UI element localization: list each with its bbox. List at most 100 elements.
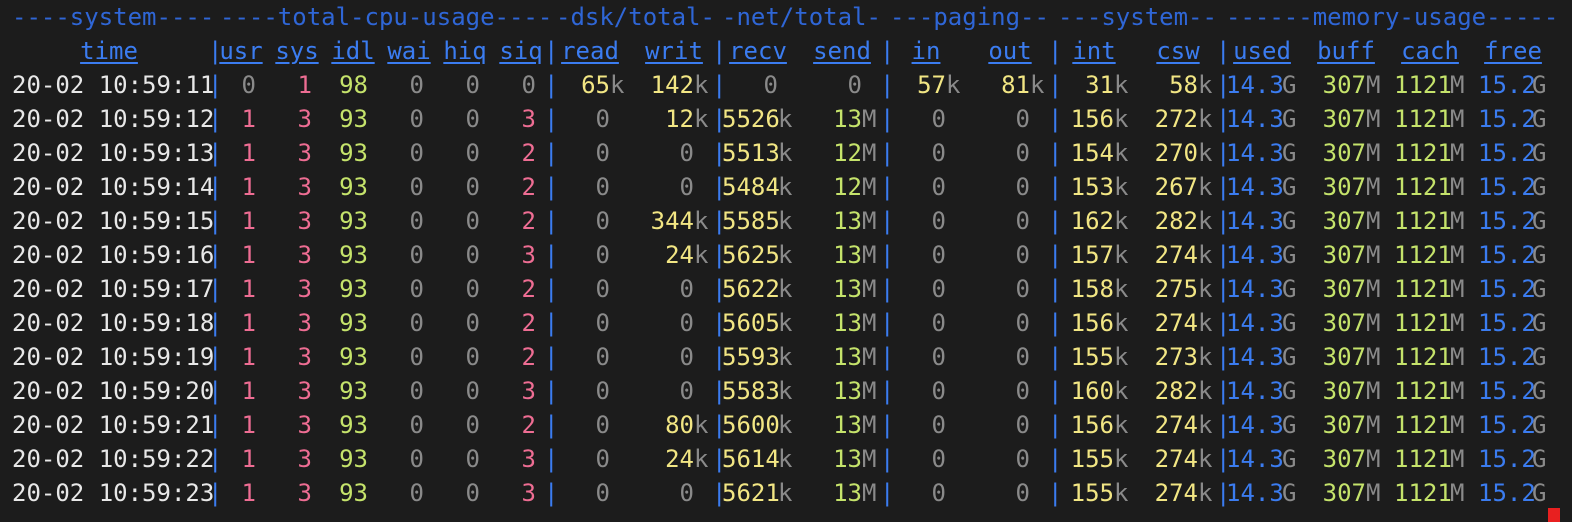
idl-value: 93 bbox=[339, 411, 368, 439]
free-unit: G bbox=[1532, 309, 1547, 337]
read-unit bbox=[610, 238, 626, 272]
int-unit: k bbox=[1114, 241, 1129, 269]
cach-value: 1121 bbox=[1394, 207, 1452, 235]
writ-unit bbox=[694, 136, 710, 170]
siq-value: 2 bbox=[521, 207, 536, 235]
recv-unit: k bbox=[778, 207, 793, 235]
csw-value: 275 bbox=[1154, 275, 1198, 303]
column-separator: | bbox=[712, 139, 727, 167]
siq-value: 2 bbox=[521, 343, 536, 371]
column-separator: | bbox=[1216, 411, 1231, 439]
send-value: 12 bbox=[833, 139, 862, 167]
column-separator: | bbox=[712, 411, 727, 439]
recv-value: 5621 bbox=[722, 479, 780, 507]
time-value: 20-02 10:59:21 bbox=[12, 411, 215, 439]
int-value: 156 bbox=[1070, 309, 1114, 337]
column-separator: | bbox=[1048, 343, 1063, 371]
read-value: 0 bbox=[595, 173, 610, 201]
idl-value: 93 bbox=[339, 173, 368, 201]
used-value: 14.3 bbox=[1226, 377, 1284, 405]
column-separator: | bbox=[712, 105, 727, 133]
column-separator: | bbox=[880, 479, 895, 507]
column-separator: | bbox=[880, 343, 895, 371]
recv-unit: k bbox=[778, 139, 793, 167]
writ-value: 24 bbox=[665, 241, 694, 269]
used-value: 14.3 bbox=[1226, 445, 1284, 473]
read-unit bbox=[610, 374, 626, 408]
column-header-in: in bbox=[911, 37, 941, 65]
free-unit: G bbox=[1532, 173, 1547, 201]
sys-value: 3 bbox=[297, 173, 312, 201]
buff-value: 307 bbox=[1322, 139, 1366, 167]
writ-value: 344 bbox=[650, 207, 694, 235]
column-separator: | bbox=[880, 173, 895, 201]
send-unit: M bbox=[862, 275, 877, 303]
csw-unit: k bbox=[1198, 445, 1213, 473]
read-value: 0 bbox=[595, 105, 610, 133]
csw-value: 58 bbox=[1169, 71, 1198, 99]
recv-value: 0 bbox=[763, 71, 778, 99]
column-separator: | bbox=[1048, 241, 1063, 269]
cach-unit: M bbox=[1450, 479, 1465, 507]
used-unit: G bbox=[1282, 343, 1297, 371]
used-value: 14.3 bbox=[1226, 207, 1284, 235]
in-value: 0 bbox=[931, 377, 946, 405]
writ-unit bbox=[694, 306, 710, 340]
in-value: 0 bbox=[931, 309, 946, 337]
int-value: 153 bbox=[1070, 173, 1114, 201]
column-separator: | bbox=[208, 207, 223, 235]
cach-value: 1121 bbox=[1394, 275, 1452, 303]
csw-value: 274 bbox=[1154, 241, 1198, 269]
hiq-value: 0 bbox=[465, 377, 480, 405]
time-value: 20-02 10:59:14 bbox=[12, 173, 215, 201]
send-value: 13 bbox=[833, 377, 862, 405]
hiq-value: 0 bbox=[465, 411, 480, 439]
free-value: 15.2 bbox=[1478, 105, 1536, 133]
time-value: 20-02 10:59:17 bbox=[12, 275, 215, 303]
read-value: 0 bbox=[595, 411, 610, 439]
hiq-value: 0 bbox=[465, 173, 480, 201]
column-header-siq: siq bbox=[499, 37, 543, 65]
column-separator: | bbox=[1048, 309, 1063, 337]
idl-value: 93 bbox=[339, 309, 368, 337]
recv-unit: k bbox=[778, 377, 793, 405]
time-value: 20-02 10:59:18 bbox=[12, 309, 215, 337]
column-separator: | bbox=[880, 71, 895, 99]
time-value: 20-02 10:59:12 bbox=[12, 105, 215, 133]
terminal-window[interactable]: ----system---- ----total-cpu-usage---- -… bbox=[0, 0, 1572, 522]
hiq-value: 0 bbox=[465, 207, 480, 235]
csw-unit: k bbox=[1198, 71, 1213, 99]
csw-unit: k bbox=[1198, 377, 1213, 405]
table-row: 20-02 10:59:16 | 1 3 93 0 0 3 | 0 24 k | 5625 k 13 M | 0 0 |… bbox=[0, 238, 1572, 272]
in-unit bbox=[946, 102, 962, 136]
table-row: 20-02 10:59:14 | 1 3 93 0 0 2 | 0 0 | 5484 k 12 M | 0 0 | 15… bbox=[0, 170, 1572, 204]
column-separator: | bbox=[880, 275, 895, 303]
int-unit: k bbox=[1114, 479, 1129, 507]
column-separator: | bbox=[208, 173, 223, 201]
int-value: 155 bbox=[1070, 479, 1114, 507]
buff-value: 307 bbox=[1322, 377, 1366, 405]
writ-unit: k bbox=[694, 411, 709, 439]
recv-unit: k bbox=[778, 343, 793, 371]
column-header-out: out bbox=[988, 37, 1032, 65]
free-unit: G bbox=[1532, 207, 1547, 235]
used-value: 14.3 bbox=[1226, 71, 1284, 99]
recv-unit: k bbox=[778, 241, 793, 269]
usr-value: 1 bbox=[241, 139, 256, 167]
buff-value: 307 bbox=[1322, 241, 1366, 269]
cach-value: 1121 bbox=[1394, 173, 1452, 201]
idl-value: 93 bbox=[339, 241, 368, 269]
writ-value: 142 bbox=[650, 71, 694, 99]
out-unit bbox=[1030, 170, 1046, 204]
read-value: 0 bbox=[595, 309, 610, 337]
table-row: 20-02 10:59:23 | 1 3 93 0 0 3 | 0 0 | 5621 k 13 M | 0 0 | 15… bbox=[0, 476, 1572, 510]
table-row: 20-02 10:59:12 | 1 3 93 0 0 3 | 0 12 k | 5526 k 13 M | 0 0 |… bbox=[0, 102, 1572, 136]
column-separator: | bbox=[208, 105, 223, 133]
send-unit: M bbox=[862, 343, 877, 371]
used-unit: G bbox=[1282, 411, 1297, 439]
cach-value: 1121 bbox=[1394, 377, 1452, 405]
read-unit bbox=[610, 170, 626, 204]
usr-value: 1 bbox=[241, 105, 256, 133]
column-separator: | bbox=[208, 241, 223, 269]
wai-value: 0 bbox=[409, 411, 424, 439]
